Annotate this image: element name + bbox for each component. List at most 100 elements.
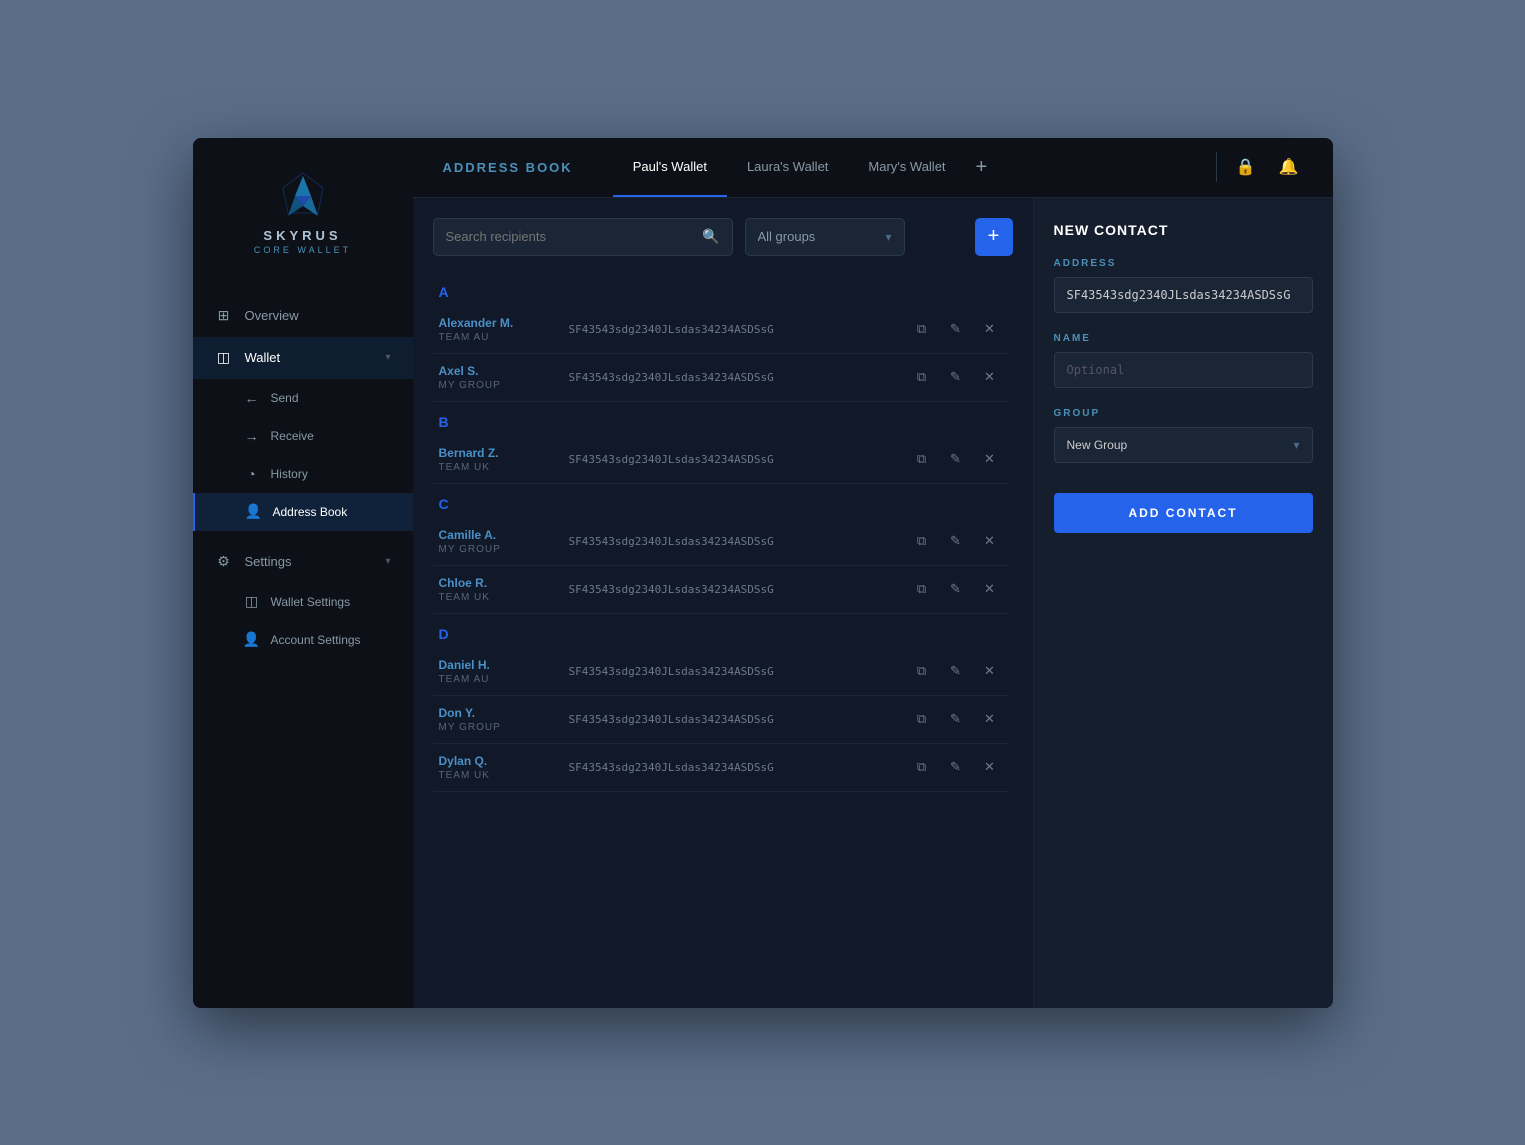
group-letter-a: A xyxy=(433,272,1009,306)
clock-icon: ◔ xyxy=(243,465,261,483)
delete-button[interactable]: ✕ xyxy=(977,754,1003,780)
delete-button[interactable]: ✕ xyxy=(977,446,1003,472)
edit-button[interactable]: ✎ xyxy=(943,364,969,390)
edit-button[interactable]: ✎ xyxy=(943,706,969,732)
contact-name: Alexander M. xyxy=(439,316,569,330)
contact-actions: ⧉ ✎ ✕ xyxy=(909,446,1003,472)
sidebar-item-address-book[interactable]: 👤 Address Book xyxy=(193,493,413,531)
sidebar-history-label: History xyxy=(271,467,308,481)
group-letter-c: C xyxy=(433,484,1009,518)
wallet-settings-icon: ◫ xyxy=(243,593,261,611)
sidebar-item-receive[interactable]: → Receive xyxy=(193,417,413,455)
name-label: NAME xyxy=(1054,333,1313,344)
contact-actions: ⧉ ✎ ✕ xyxy=(909,658,1003,684)
notification-icon[interactable]: 🔔 xyxy=(1275,153,1303,181)
wallet-tabs: Paul's Wallet Laura's Wallet Mary's Wall… xyxy=(613,138,1201,198)
contact-group: TEAM AU xyxy=(439,674,569,685)
table-row: Dylan Q. TEAM UK SF43543sdg2340JLsdas342… xyxy=(433,744,1009,792)
group-letter-b: B xyxy=(433,402,1009,436)
contact-name: Bernard Z. xyxy=(439,446,569,460)
sidebar-item-overview[interactable]: ⊞ Overview xyxy=(193,295,413,337)
contact-info: Bernard Z. TEAM UK xyxy=(439,446,569,473)
sidebar: SKYRUS CORE WALLET ⊞ Overview ◫ Wallet ▾… xyxy=(193,138,413,1008)
contact-address: SF43543sdg2340JLsdas34234ASDSsG xyxy=(569,535,909,548)
sidebar-item-settings[interactable]: ⚙ Settings ▾ xyxy=(193,541,413,583)
delete-button[interactable]: ✕ xyxy=(977,364,1003,390)
edit-button[interactable]: ✎ xyxy=(943,576,969,602)
contact-address: SF43543sdg2340JLsdas34234ASDSsG xyxy=(569,323,909,336)
add-contact-button[interactable]: ADD CONTACT xyxy=(1054,493,1313,533)
add-contact-quick-button[interactable]: + xyxy=(975,218,1013,256)
logo-area: SKYRUS CORE WALLET xyxy=(193,138,413,275)
contact-info: Alexander M. TEAM AU xyxy=(439,316,569,343)
sidebar-item-wallet-settings[interactable]: ◫ Wallet Settings xyxy=(193,583,413,621)
contact-group: TEAM UK xyxy=(439,770,569,781)
new-contact-panel: NEW CONTACT ADDRESS NAME GROUP New Group… xyxy=(1033,198,1333,1008)
lock-icon[interactable]: 🔒 xyxy=(1232,153,1260,181)
app-header: ADDRESS BOOK Paul's Wallet Laura's Walle… xyxy=(413,138,1333,198)
add-wallet-button[interactable]: + xyxy=(966,156,998,179)
contact-name: Chloe R. xyxy=(439,576,569,590)
copy-button[interactable]: ⧉ xyxy=(909,754,935,780)
delete-button[interactable]: ✕ xyxy=(977,316,1003,342)
wallet-icon: ◫ xyxy=(215,349,233,367)
address-form-group: ADDRESS xyxy=(1054,258,1313,313)
contact-actions: ⧉ ✎ ✕ xyxy=(909,316,1003,342)
group-select[interactable]: New Group MY GROUP TEAM AU TEAM UK xyxy=(1067,438,1286,452)
group-label: GROUP xyxy=(1054,408,1313,419)
edit-button[interactable]: ✎ xyxy=(943,754,969,780)
delete-button[interactable]: ✕ xyxy=(977,658,1003,684)
new-contact-title: NEW CONTACT xyxy=(1054,222,1313,238)
sidebar-item-account-settings[interactable]: 👤 Account Settings xyxy=(193,621,413,659)
contact-name: Daniel H. xyxy=(439,658,569,672)
table-row: Axel S. MY GROUP SF43543sdg2340JLsdas342… xyxy=(433,354,1009,402)
contact-address: SF43543sdg2340JLsdas34234ASDSsG xyxy=(569,371,909,384)
delete-button[interactable]: ✕ xyxy=(977,576,1003,602)
sidebar-wallet-settings-label: Wallet Settings xyxy=(271,595,351,609)
filter-select-wrap: All groups MY GROUP TEAM AU TEAM UK ▾ xyxy=(745,218,905,256)
contact-actions: ⧉ ✎ ✕ xyxy=(909,528,1003,554)
delete-button[interactable]: ✕ xyxy=(977,528,1003,554)
contact-group: MY GROUP xyxy=(439,544,569,555)
tab-lauras-wallet[interactable]: Laura's Wallet xyxy=(727,138,848,198)
name-form-group: NAME xyxy=(1054,333,1313,388)
grid-icon: ⊞ xyxy=(215,307,233,325)
table-row: Don Y. MY GROUP SF43543sdg2340JLsdas3423… xyxy=(433,696,1009,744)
logo-icon xyxy=(273,168,333,228)
edit-button[interactable]: ✎ xyxy=(943,658,969,684)
group-filter-select[interactable]: All groups MY GROUP TEAM AU TEAM UK xyxy=(758,229,878,244)
delete-button[interactable]: ✕ xyxy=(977,706,1003,732)
search-input[interactable] xyxy=(446,229,697,244)
contact-address: SF43543sdg2340JLsdas34234ASDSsG xyxy=(569,583,909,596)
header-separator xyxy=(1216,152,1217,182)
contact-address: SF43543sdg2340JLsdas34234ASDSsG xyxy=(569,713,909,726)
edit-button[interactable]: ✎ xyxy=(943,528,969,554)
tab-marys-wallet[interactable]: Mary's Wallet xyxy=(848,138,965,198)
copy-button[interactable]: ⧉ xyxy=(909,316,935,342)
copy-button[interactable]: ⧉ xyxy=(909,706,935,732)
sidebar-item-wallet[interactable]: ◫ Wallet ▾ xyxy=(193,337,413,379)
address-input[interactable] xyxy=(1054,277,1313,313)
table-row: Bernard Z. TEAM UK SF43543sdg2340JLsdas3… xyxy=(433,436,1009,484)
sidebar-item-send[interactable]: ← Send xyxy=(193,379,413,417)
sidebar-receive-label: Receive xyxy=(271,429,314,443)
copy-button[interactable]: ⧉ xyxy=(909,528,935,554)
contact-group: TEAM UK xyxy=(439,462,569,473)
person-gear-icon: 👤 xyxy=(243,631,261,649)
edit-button[interactable]: ✎ xyxy=(943,316,969,342)
copy-button[interactable]: ⧉ xyxy=(909,446,935,472)
tab-pauls-wallet[interactable]: Paul's Wallet xyxy=(613,138,727,198)
contact-name: Don Y. xyxy=(439,706,569,720)
contact-info: Camille A. MY GROUP xyxy=(439,528,569,555)
search-icon: 🔍 xyxy=(702,228,719,245)
sidebar-item-history[interactable]: ◔ History xyxy=(193,455,413,493)
contact-actions: ⧉ ✎ ✕ xyxy=(909,364,1003,390)
sidebar-wallet-label: Wallet xyxy=(245,350,374,365)
contact-actions: ⧉ ✎ ✕ xyxy=(909,754,1003,780)
copy-button[interactable]: ⧉ xyxy=(909,658,935,684)
copy-button[interactable]: ⧉ xyxy=(909,364,935,390)
edit-button[interactable]: ✎ xyxy=(943,446,969,472)
body-area: 🔍 All groups MY GROUP TEAM AU TEAM UK ▾ … xyxy=(413,198,1333,1008)
name-input[interactable] xyxy=(1054,352,1313,388)
copy-button[interactable]: ⧉ xyxy=(909,576,935,602)
